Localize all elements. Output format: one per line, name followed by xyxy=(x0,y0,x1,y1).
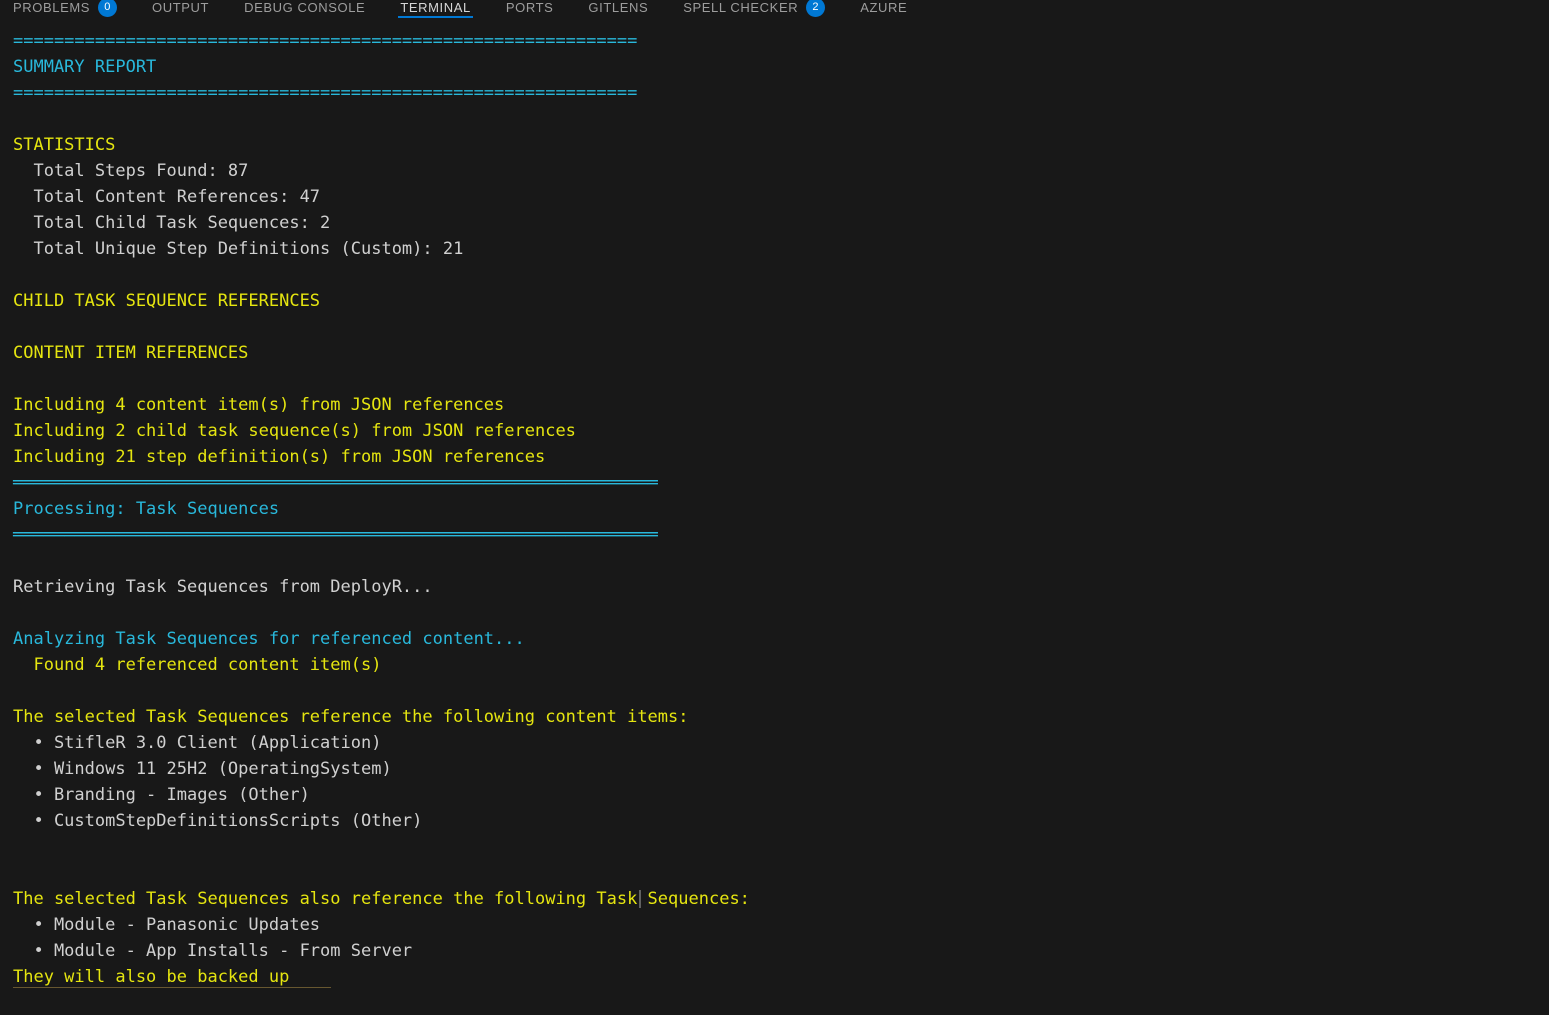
terminal-line: Retrieving Task Sequences from DeployR..… xyxy=(13,574,1549,600)
panel-tab-label: OUTPUT xyxy=(152,0,209,15)
terminal-line: • Module - App Installs - From Server xyxy=(13,938,1549,964)
panel-tab-label: DEBUG CONSOLE xyxy=(244,0,365,15)
panel-tab-label: AZURE xyxy=(860,0,907,15)
terminal-line xyxy=(13,106,1549,132)
terminal-line: • Windows 11 25H2 (OperatingSystem) xyxy=(13,756,1549,782)
terminal-line: • CustomStepDefinitionsScripts (Other) xyxy=(13,808,1549,834)
panel-tab-label: GITLENS xyxy=(588,0,648,15)
terminal-line xyxy=(13,366,1549,392)
terminal-line: Processing: Task Sequences xyxy=(13,496,1549,522)
terminal-line: • StifleR 3.0 Client (Application) xyxy=(13,730,1549,756)
terminal-line xyxy=(13,860,1549,886)
terminal-line: ========================================… xyxy=(13,28,1549,54)
panel-tabs: PROBLEMS 0 OUTPUT DEBUG CONSOLE TERMINAL… xyxy=(13,0,907,19)
terminal-line: ========================================… xyxy=(13,80,1549,106)
terminal-line: The selected Task Sequences reference th… xyxy=(13,704,1549,730)
terminal-line: They will also be backed up xyxy=(13,964,1549,990)
tab-count-badge: 2 xyxy=(806,0,825,17)
panel-tab[interactable]: GITLENS xyxy=(588,0,648,19)
terminal-line: ════════════════════════════════════════… xyxy=(13,522,1549,548)
terminal-line xyxy=(13,262,1549,288)
terminal-line: The selected Task Sequences also referen… xyxy=(13,886,1549,912)
terminal-line: • Module - Panasonic Updates xyxy=(13,912,1549,938)
panel-tab[interactable]: AZURE xyxy=(860,0,907,19)
terminal-line: Total Steps Found: 87 xyxy=(13,158,1549,184)
terminal-line xyxy=(13,600,1549,626)
terminal-line: SUMMARY REPORT xyxy=(13,54,1549,80)
terminal-output[interactable]: ========================================… xyxy=(13,28,1549,1015)
tab-count-badge: 0 xyxy=(98,0,117,17)
terminal-line: Total Content References: 47 xyxy=(13,184,1549,210)
terminal-line xyxy=(13,834,1549,860)
terminal-line: STATISTICS xyxy=(13,132,1549,158)
panel-tab[interactable]: SPELL CHECKER 2 xyxy=(683,0,825,19)
panel-tab-label: TERMINAL xyxy=(400,0,471,15)
terminal-line: Found 4 referenced content item(s) xyxy=(13,652,1549,678)
panel-tab[interactable]: OUTPUT xyxy=(152,0,209,19)
terminal-line: Including 4 content item(s) from JSON re… xyxy=(13,392,1549,418)
panel-tab-label: PROBLEMS xyxy=(13,0,90,15)
panel-tab-label: SPELL CHECKER xyxy=(683,0,798,15)
panel-tab[interactable]: PORTS xyxy=(506,0,554,19)
terminal-line xyxy=(13,314,1549,340)
panel-tab[interactable]: TERMINAL xyxy=(400,0,471,19)
terminal-line: Total Unique Step Definitions (Custom): … xyxy=(13,236,1549,262)
terminal-line: Total Child Task Sequences: 2 xyxy=(13,210,1549,236)
terminal-line: • Branding - Images (Other) xyxy=(13,782,1549,808)
terminal-line: CONTENT ITEM REFERENCES xyxy=(13,340,1549,366)
panel-tab-label: PORTS xyxy=(506,0,554,15)
terminal-line xyxy=(13,678,1549,704)
terminal-line: Including 2 child task sequence(s) from … xyxy=(13,418,1549,444)
terminal-line: ════════════════════════════════════════… xyxy=(13,470,1549,496)
panel-tab[interactable]: PROBLEMS 0 xyxy=(13,0,117,19)
panel-tab-bar: PROBLEMS 0 OUTPUT DEBUG CONSOLE TERMINAL… xyxy=(0,0,1549,26)
terminal-line xyxy=(13,548,1549,574)
terminal-line: Analyzing Task Sequences for referenced … xyxy=(13,626,1549,652)
terminal-line: Including 21 step definition(s) from JSO… xyxy=(13,444,1549,470)
panel-tab[interactable]: DEBUG CONSOLE xyxy=(244,0,365,19)
terminal-line: CHILD TASK SEQUENCE REFERENCES xyxy=(13,288,1549,314)
